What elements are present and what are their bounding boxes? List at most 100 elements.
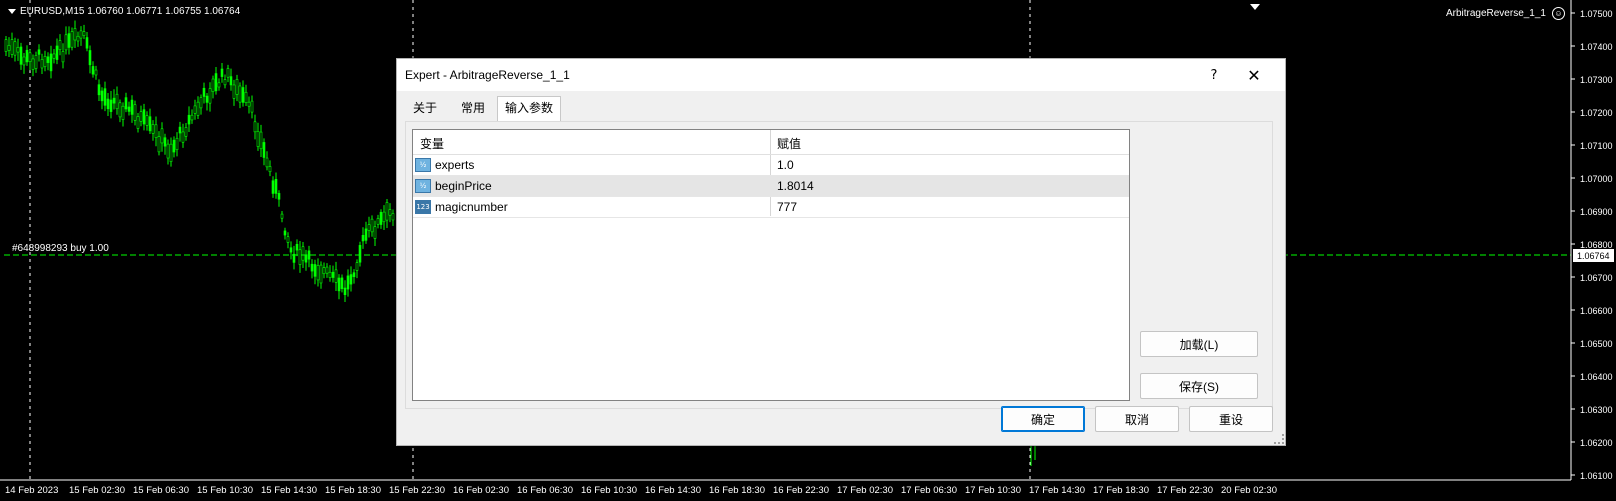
candle-body [370,218,374,233]
dropdown-triangle-icon[interactable] [8,8,16,14]
cancel-button[interactable]: 取消 [1095,406,1179,432]
candle-body [58,40,62,50]
candle-body [154,124,158,138]
time-label: 17 Feb 06:30 [901,485,957,496]
tab-about[interactable]: 关于 [405,97,445,119]
time-label: 16 Feb 22:30 [773,485,829,496]
candle-body [373,226,377,239]
candle-body [358,245,362,263]
help-button[interactable]: ? [1202,63,1226,87]
time-label: 14 Feb 2023 [5,485,58,496]
dialog-titlebar[interactable]: Expert - ArbitrageReverse_1_1 ? ✕ [397,59,1285,91]
order-label: #648998293 buy 1.00 [12,243,109,254]
param-value[interactable]: 777 [777,200,797,214]
save-button[interactable]: 保存(S) [1140,373,1258,399]
tab-inputs[interactable]: 输入参数 [497,96,561,121]
candle-body [187,114,191,125]
candle-body [265,157,269,168]
close-button[interactable]: ✕ [1239,63,1269,87]
param-name: beginPrice [435,179,492,193]
candle-body [235,79,239,95]
candle-body [112,97,116,104]
time-label: 17 Feb 14:30 [1029,485,1085,496]
candle-body [46,56,50,63]
dialog-title: Expert - ArbitrageReverse_1_1 [405,68,570,82]
candle-body [91,66,95,75]
candle-body [229,76,233,86]
param-row-experts[interactable]: ½ experts 1.0 [413,155,1129,176]
price-label: 1.07400 [1580,42,1613,52]
candle-body [223,79,227,86]
candle-body [238,85,242,103]
time-label: 20 Feb 02:30 [1221,485,1277,496]
smiley-icon[interactable]: ☺ [1552,7,1565,20]
time-label: 16 Feb 10:30 [581,485,637,496]
candle-body [79,30,83,39]
candle-body [43,56,47,68]
column-header-variable[interactable]: 变量 [420,135,444,152]
candle-body [37,49,41,55]
param-value[interactable]: 1.8014 [777,179,814,193]
candle-body [334,269,338,283]
candle-body [199,97,203,109]
candle-body [184,127,188,137]
double-icon: ½ [415,179,431,193]
candle-body [67,33,71,48]
time-label: 15 Feb 18:30 [325,485,381,496]
candle-body [100,90,104,102]
parameters-grid[interactable]: 变量 赋值 ½ experts 1.0 ½ beginPrice 1.8014 … [412,129,1130,401]
time-label: 16 Feb 18:30 [709,485,765,496]
candle-body [166,143,170,159]
chart-header: EURUSD,M15 1.06760 1.06771 1.06755 1.067… [8,6,240,17]
price-label: 1.07300 [1580,75,1613,85]
ok-button[interactable]: 确定 [1001,406,1085,432]
time-label: 15 Feb 10:30 [197,485,253,496]
candle-body [298,249,302,265]
candle-body [337,277,341,292]
candle-body [352,272,356,278]
load-button[interactable]: 加载(L) [1140,331,1258,357]
param-value[interactable]: 1.0 [777,158,794,172]
price-label: 1.06600 [1580,306,1613,316]
candle-body [115,93,119,110]
candle-body [97,84,101,96]
time-label: 16 Feb 14:30 [645,485,701,496]
candle-body [157,136,161,153]
candle-body [283,230,287,236]
price-label: 1.07500 [1580,9,1613,19]
param-row-beginprice[interactable]: ½ beginPrice 1.8014 [413,176,1129,197]
param-row-magicnumber[interactable]: 123 magicnumber 777 [413,197,1129,218]
tab-common[interactable]: 常用 [451,97,495,119]
candle-body [217,82,221,88]
candle-body [28,52,32,63]
candle-body [49,53,53,72]
candle-body [118,102,122,118]
candle-body [376,218,380,225]
time-label: 17 Feb 10:30 [965,485,1021,496]
candle-body [16,47,20,53]
candle-body [70,31,74,48]
candle-body [310,263,314,272]
candle-body [34,55,38,69]
candle-body [364,228,368,241]
candle-body [256,131,260,147]
candle-body [7,45,11,51]
candle-body [175,137,179,150]
column-header-value[interactable]: 赋值 [777,135,801,152]
param-name: magicnumber [435,200,508,214]
candle-body [82,31,86,36]
candle-body [124,97,128,110]
candle-body [202,87,206,97]
reset-button[interactable]: 重设 [1189,406,1273,432]
candle-body [367,224,371,231]
candle-body [148,116,152,132]
candle-body [61,51,65,63]
candle-body [361,234,365,242]
candle-body [172,139,176,153]
time-label: 16 Feb 02:30 [453,485,509,496]
candle-body [106,98,110,110]
price-label: 1.06700 [1580,273,1613,283]
candle-body [4,39,8,52]
candle-body [133,104,137,121]
resize-grip-icon[interactable] [1274,434,1284,444]
